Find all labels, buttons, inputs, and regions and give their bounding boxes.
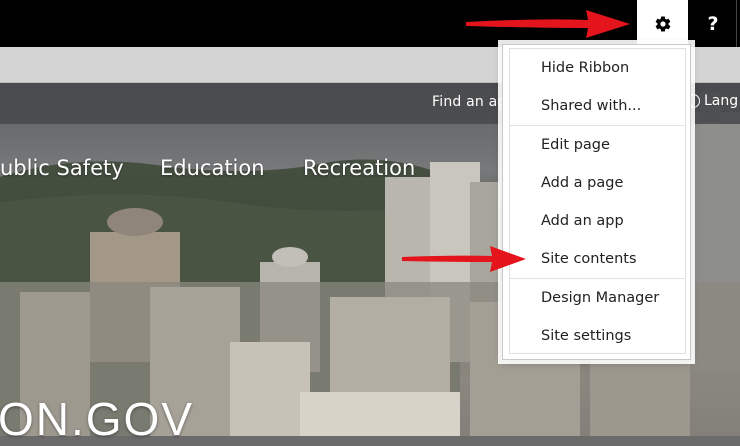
menu-item-hide-ribbon[interactable]: Hide Ribbon <box>510 49 685 87</box>
menu-item-add-page[interactable]: Add a page <box>510 164 685 202</box>
menu-group-ribbon: Hide Ribbon Shared with... <box>510 49 685 126</box>
suite-divider <box>736 0 737 47</box>
suite-bar: ? <box>0 0 740 47</box>
settings-button[interactable] <box>637 0 688 47</box>
nav-education[interactable]: Education <box>160 156 265 180</box>
nav-public-safety[interactable]: ublic Safety <box>0 156 124 180</box>
language-selector[interactable]: Lang <box>686 93 738 109</box>
menu-item-shared-with[interactable]: Shared with... <box>510 87 685 125</box>
gear-icon <box>655 15 670 32</box>
menu-item-site-contents[interactable]: Site contents <box>510 240 685 278</box>
help-button[interactable]: ? <box>690 0 736 47</box>
menu-group-page: Edit page Add a page Add an app Site con… <box>510 126 685 279</box>
hero-title: ON.GOV <box>0 393 195 445</box>
language-label: Lang <box>704 93 739 109</box>
settings-menu-list: Hide Ribbon Shared with... Edit page Add… <box>509 48 686 354</box>
settings-menu: Hide Ribbon Shared with... Edit page Add… <box>502 44 691 360</box>
menu-item-edit-page[interactable]: Edit page <box>510 126 685 164</box>
menu-item-add-app[interactable]: Add an app <box>510 202 685 240</box>
menu-item-design-manager[interactable]: Design Manager <box>510 279 685 317</box>
nav-recreation[interactable]: Recreation <box>303 156 415 180</box>
menu-item-site-settings[interactable]: Site settings <box>510 317 685 355</box>
menu-group-site: Design Manager Site settings <box>510 279 685 355</box>
